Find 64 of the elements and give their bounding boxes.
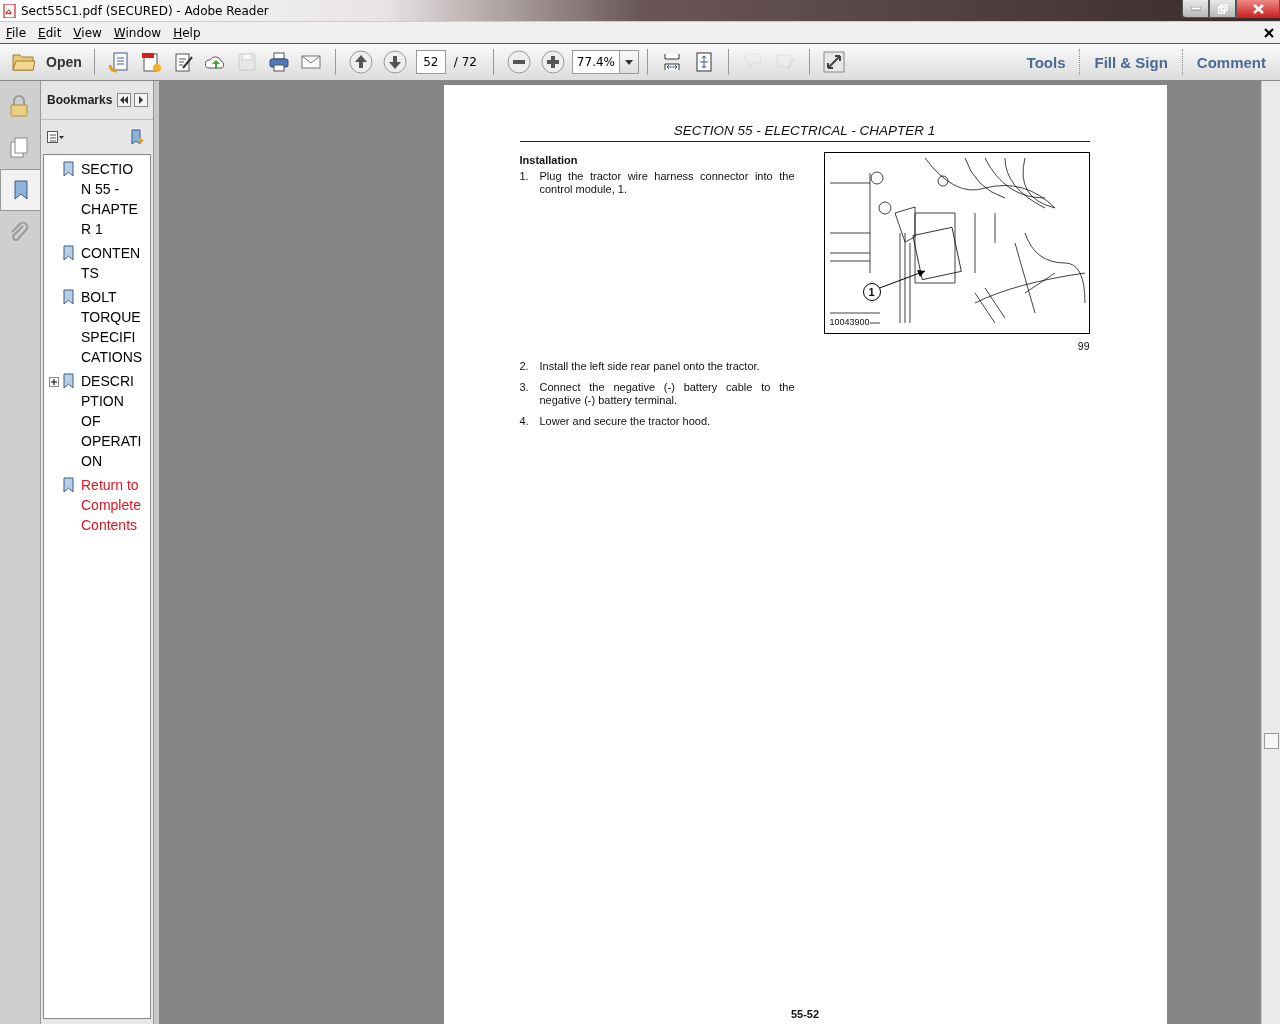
step-text: Connect the negative (-) battery cable to the negative (-) battery terminal. xyxy=(539,381,795,407)
bookmark-item[interactable]: SECTION 55 - CHAPTER 1 xyxy=(81,159,143,239)
bookmark-item[interactable]: Return to Complete Contents xyxy=(81,475,143,535)
arrow-up-icon[interactable] xyxy=(348,50,373,74)
step-number: 4. xyxy=(519,415,530,428)
page-total: / 72 xyxy=(453,55,477,69)
options-icon[interactable] xyxy=(47,129,65,145)
double-left-arrow-icon xyxy=(120,96,129,104)
expand-icon[interactable] xyxy=(820,49,847,75)
bookmark-icon xyxy=(63,161,75,177)
next-panel-button[interactable] xyxy=(134,93,149,107)
page-header: SECTION 55 - ELECTRICAL - CHAPTER 1 xyxy=(519,123,1090,142)
restore-button[interactable] xyxy=(1209,0,1236,18)
page-number-field[interactable]: 52 xyxy=(415,50,446,74)
menu-item[interactable]: Help xyxy=(167,25,207,40)
pane-link[interactable]: Comment xyxy=(1181,49,1280,75)
step-number: 3. xyxy=(519,381,530,395)
section-heading: Installation xyxy=(519,154,579,166)
bookmark-item[interactable]: BOLT TORQUE SPECIFICATIONS xyxy=(81,287,143,367)
step-text: Plug the tractor wire harness connector into the control module, 1. xyxy=(539,170,795,196)
bookmark-icon xyxy=(63,477,75,493)
folder-icon xyxy=(12,52,36,72)
lock-icon xyxy=(7,94,31,118)
page-footer: 55-52 xyxy=(443,1008,1167,1020)
menu-item[interactable]: View xyxy=(67,25,108,40)
bookmark-item[interactable]: CONTENTS xyxy=(81,243,143,283)
close-icon[interactable] xyxy=(1264,27,1274,38)
step-text: Install the left side rear panel onto the tractor. xyxy=(539,360,760,373)
close-button[interactable] xyxy=(1236,0,1280,18)
caret-icon xyxy=(624,59,633,65)
menu-item[interactable]: Edit xyxy=(32,25,68,40)
zoom-out-icon[interactable] xyxy=(506,50,531,74)
zoom-dropdown-button[interactable] xyxy=(618,50,639,74)
expand-icon[interactable] xyxy=(49,377,59,387)
bookmark-icon xyxy=(63,373,75,389)
zoom-in-icon[interactable] xyxy=(540,50,565,74)
window-title: Sect55C1.pdf (SECURED) - Adobe Reader xyxy=(21,3,269,18)
step-number: 1. xyxy=(519,170,530,184)
callout-label: 1 xyxy=(862,283,881,301)
right-arrow-icon xyxy=(138,96,145,104)
scrollbar[interactable] xyxy=(1261,81,1280,1024)
figure-code: 10043900 xyxy=(829,317,870,327)
zoom-field[interactable]: 77.4% xyxy=(571,50,619,74)
panel-title: Bookmarks xyxy=(47,93,113,107)
menu-item[interactable]: File xyxy=(0,25,33,40)
bookmark-item[interactable]: DESCRIPTION OF OPERATION xyxy=(81,371,143,471)
open-button[interactable]: Open xyxy=(8,52,86,72)
close-icon xyxy=(1252,3,1264,14)
pane-link[interactable]: Fill & Sign xyxy=(1079,49,1182,75)
step-number: 2. xyxy=(519,360,530,373)
collapse-panel-button[interactable] xyxy=(117,93,132,107)
pane-link[interactable]: Tools xyxy=(1012,49,1080,75)
figure-number: 99 xyxy=(1077,340,1090,352)
restore-icon xyxy=(1217,3,1228,14)
minimize-icon xyxy=(1190,6,1201,11)
arrow-down-icon[interactable] xyxy=(382,50,407,74)
bookmark-icon xyxy=(63,245,75,261)
menu-item[interactable]: Window xyxy=(107,25,168,40)
minimize-button[interactable] xyxy=(1182,0,1209,18)
step-text: Lower and secure the tractor hood. xyxy=(539,415,711,428)
pages-icon xyxy=(7,136,31,160)
bookmark-icon xyxy=(63,289,75,305)
nav-tab[interactable] xyxy=(0,169,40,211)
pdf-file-icon xyxy=(3,3,17,18)
